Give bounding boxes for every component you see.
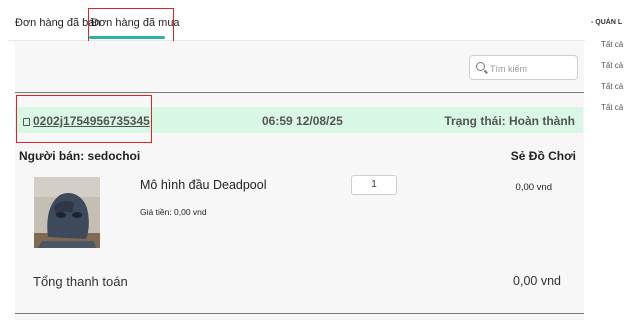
divider — [15, 92, 584, 93]
product-name[interactable]: Mô hình đầu Deadpool — [140, 178, 266, 192]
tab-annotation-box — [88, 8, 174, 43]
order-time: 06:59 12/08/25 — [262, 114, 343, 128]
order-status: Trạng thái: Hoàn thành — [444, 114, 575, 128]
orders-main: Đơn hàng đã bán Đơn hàng đã mua 0202j175… — [8, 0, 585, 320]
grand-total-value: 0,00 vnd — [513, 274, 561, 288]
product-price: Giá tiền: 0,00 vnd — [140, 207, 207, 217]
product-image — [34, 177, 100, 248]
shop-name[interactable]: Sẻ Đồ Chơi — [511, 149, 576, 163]
search-input[interactable] — [488, 58, 578, 79]
grand-total-label: Tổng thanh toán — [33, 274, 128, 289]
sidebar-item[interactable]: Tất cả — [601, 61, 623, 70]
sidebar: - QUẢN L Tất cả Tất cả Tất cả Tất cả — [587, 0, 624, 320]
quantity-field: 1 — [351, 175, 397, 195]
search-box[interactable] — [469, 55, 578, 80]
search-icon — [476, 62, 485, 71]
item-total: 0,00 vnd — [515, 182, 552, 193]
sidebar-heading: - QUẢN L — [591, 19, 623, 26]
order-code-annotation-box — [16, 95, 152, 143]
seller-label: Người bán: sedochoi — [19, 149, 141, 163]
divider — [15, 313, 584, 314]
sidebar-item[interactable]: Tất cả — [601, 82, 623, 91]
order-tabs: Đơn hàng đã bán Đơn hàng đã mua — [8, 0, 585, 43]
sidebar-item[interactable]: Tất cả — [601, 40, 623, 49]
sidebar-item[interactable]: Tất cả — [601, 103, 623, 112]
